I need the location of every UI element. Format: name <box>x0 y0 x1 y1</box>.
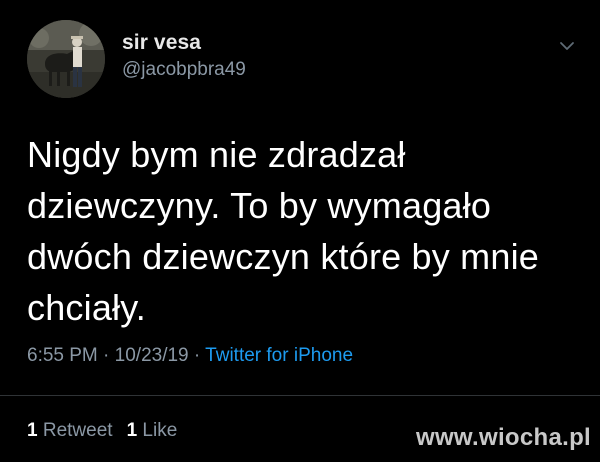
tweet-meta: 6:55 PM · 10/23/19 · Twitter for iPhone <box>27 345 353 367</box>
retweet-label: Retweet <box>42 420 113 441</box>
chevron-down-icon <box>560 42 574 50</box>
engagement-stats: 1 Retweet 1 Like <box>27 420 177 442</box>
author-display-name[interactable]: sir vesa <box>122 31 201 55</box>
avatar[interactable] <box>27 20 105 98</box>
tweet-time[interactable]: 6:55 PM <box>27 345 98 366</box>
watermark: www.wiocha.pl <box>416 424 592 451</box>
profile-photo-icon <box>27 20 105 98</box>
retweets-link[interactable]: 1 Retweet <box>27 420 113 441</box>
retweet-count: 1 <box>27 420 38 441</box>
tweet-card: sir vesa @jacobpbra49 Nigdy bym nie zdra… <box>0 0 600 462</box>
divider <box>0 395 600 396</box>
tweet-source-link[interactable]: Twitter for iPhone <box>205 345 353 366</box>
tweet-date[interactable]: 10/23/19 <box>115 345 189 366</box>
meta-separator: · <box>193 345 201 366</box>
author-handle[interactable]: @jacobpbra49 <box>122 59 246 81</box>
likes-link[interactable]: 1 Like <box>127 420 178 441</box>
tweet-menu-button[interactable] <box>556 38 578 54</box>
like-label: Like <box>142 420 178 441</box>
tweet-text: Nigdy bym nie zdradzał dziewczyny. To by… <box>27 134 540 328</box>
like-count: 1 <box>126 420 138 441</box>
meta-separator: · <box>103 345 110 366</box>
